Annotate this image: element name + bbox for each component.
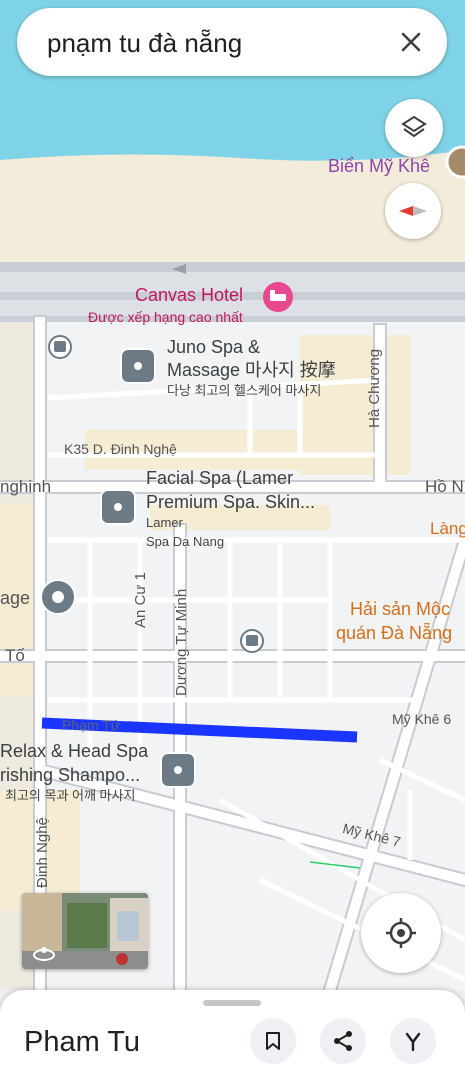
sheet-drag-handle[interactable] (203, 1000, 261, 1006)
relax-label-3: 최고의 목과 어깨 마사지 (5, 788, 136, 803)
my-location-button[interactable] (361, 893, 441, 973)
street-an-cu: An Cư 1 (132, 572, 149, 628)
street-duong-tu-minh: Dương Tự Minh (173, 588, 190, 696)
spa-marker-facial[interactable] (100, 489, 136, 525)
share-icon (334, 1031, 352, 1051)
juno-label-3: 다낭 최고의 헬스케어 마사지 (167, 383, 322, 398)
hotel-marker[interactable] (263, 282, 293, 312)
street-ho-n: Hồ N (425, 477, 464, 496)
bus-stop-icon[interactable] (240, 629, 264, 653)
search-query[interactable]: pnạm tu đà nẵng (47, 28, 242, 59)
facial-label-4: Spa Da Nang (146, 534, 225, 549)
street-view-thumbnail[interactable] (22, 893, 148, 969)
place-sheet[interactable]: Pham Tu (0, 990, 465, 1080)
place-age-label[interactable]: age (0, 588, 30, 609)
juno-label-1[interactable]: Juno Spa & (167, 336, 260, 358)
street-view-rotate-icon (32, 945, 56, 963)
street-dinh-nghe: Đinh Nghệ (34, 817, 51, 888)
place-title: Pham Tu (24, 1026, 141, 1058)
layers-icon (401, 115, 427, 138)
street-k35: K35 D. Đinh Nghệ (64, 441, 177, 457)
street-nghinh: nghinh (0, 477, 52, 496)
bookmark-icon (266, 1032, 280, 1050)
seafood-label-1[interactable]: Hải sản Mộc (350, 599, 450, 620)
hotel-subtitle: Được xếp hạng cao nhất (88, 309, 243, 325)
place-marker[interactable] (40, 579, 76, 615)
share-button[interactable] (320, 1018, 366, 1064)
facial-label-1[interactable]: Facial Spa (Lamer (146, 467, 293, 489)
compass-button[interactable] (385, 183, 441, 239)
beach-label[interactable]: Biển Mỹ Khê (328, 156, 430, 177)
save-button[interactable] (250, 1018, 296, 1064)
spa-marker-juno[interactable] (120, 348, 156, 384)
street-to: Tố (5, 646, 25, 665)
lang-label[interactable]: Làng (430, 519, 465, 539)
street-ha-chuong: Hà Chương (366, 348, 383, 428)
juno-label-2[interactable]: Massage 마사지 按摩 (167, 359, 336, 381)
layers-button[interactable] (385, 99, 443, 157)
compass-icon (399, 206, 427, 216)
relax-label-2[interactable]: rishing Shampo... (0, 764, 140, 786)
bus-stop-icon[interactable] (48, 335, 72, 359)
close-icon[interactable] (391, 22, 431, 62)
street-my-khe-6: Mỹ Khê 6 (392, 711, 452, 727)
hotel-name[interactable]: Canvas Hotel (135, 285, 243, 306)
beach-photo-pin[interactable] (445, 145, 465, 179)
search-bar[interactable]: pnạm tu đà nẵng (17, 8, 447, 76)
facial-label-3: Lamer (146, 515, 183, 530)
directions-button[interactable] (390, 1018, 436, 1064)
facial-label-2[interactable]: Premium Spa. Skin... (146, 491, 315, 513)
my-location-icon (386, 918, 416, 948)
directions-icon (405, 1032, 421, 1052)
seafood-label-2[interactable]: quán Đà Nẵng (336, 623, 452, 644)
spa-marker-relax[interactable] (160, 752, 196, 788)
relax-label-1[interactable]: Relax & Head Spa (0, 740, 148, 762)
street-pham-tu: Phạm Tứ (62, 717, 121, 733)
